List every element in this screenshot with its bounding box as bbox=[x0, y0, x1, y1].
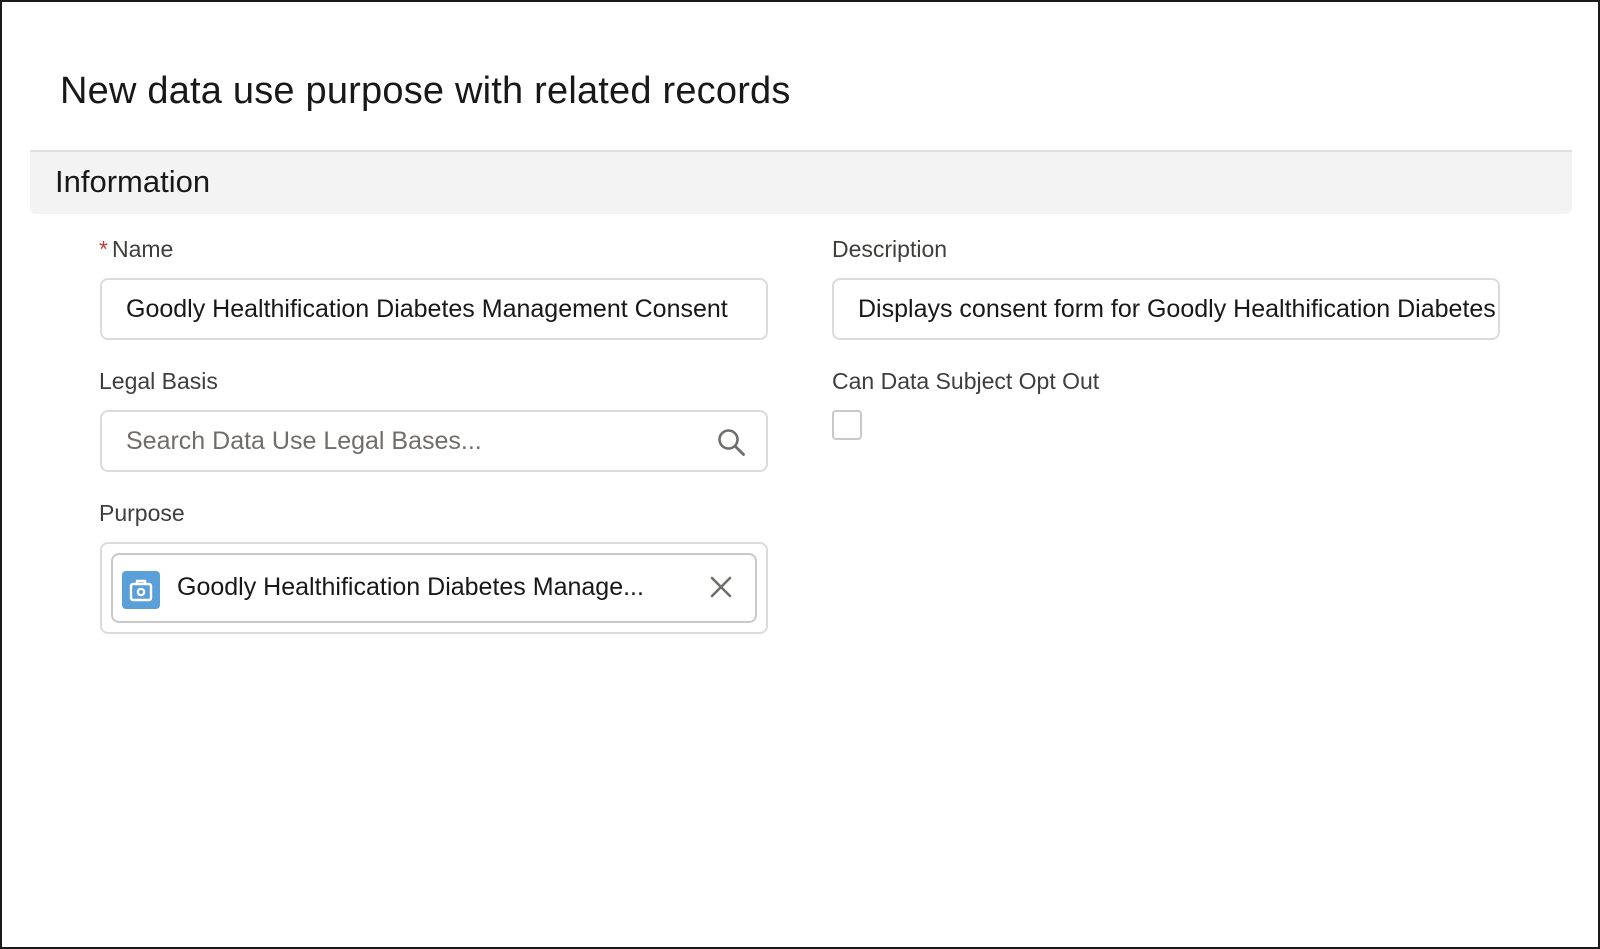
close-icon[interactable] bbox=[707, 573, 735, 601]
medical-kit-icon bbox=[122, 571, 160, 609]
section-header-information[interactable]: Information bbox=[30, 150, 1572, 214]
description-input[interactable]: Displays consent form for Goodly Healthi… bbox=[832, 278, 1500, 340]
modal-window: New data use purpose with related record… bbox=[0, 0, 1600, 949]
opt-out-label: Can Data Subject Opt Out bbox=[832, 368, 1100, 394]
purpose-selected-label: Goodly Healthification Diabetes Manage..… bbox=[177, 573, 644, 601]
search-icon[interactable] bbox=[716, 427, 746, 457]
opt-out-checkbox[interactable] bbox=[832, 410, 862, 440]
legal-basis-label: Legal Basis bbox=[99, 368, 218, 394]
page-title: New data use purpose with related record… bbox=[60, 70, 791, 112]
name-input[interactable]: Goodly Healthification Diabetes Manageme… bbox=[100, 278, 768, 340]
required-indicator: * bbox=[99, 236, 108, 262]
purpose-lookup[interactable]: Goodly Healthification Diabetes Manage..… bbox=[100, 542, 768, 634]
name-label-text: Name bbox=[111, 236, 174, 262]
description-label: Description bbox=[832, 236, 948, 262]
purpose-label: Purpose bbox=[99, 500, 185, 526]
purpose-selected-pill[interactable]: Goodly Healthification Diabetes Manage..… bbox=[111, 553, 757, 623]
legal-basis-search-input[interactable]: Search Data Use Legal Bases... bbox=[100, 410, 768, 472]
name-label: * Name bbox=[99, 236, 173, 263]
section-title: Information bbox=[55, 164, 211, 199]
legal-basis-placeholder: Search Data Use Legal Bases... bbox=[126, 427, 482, 455]
